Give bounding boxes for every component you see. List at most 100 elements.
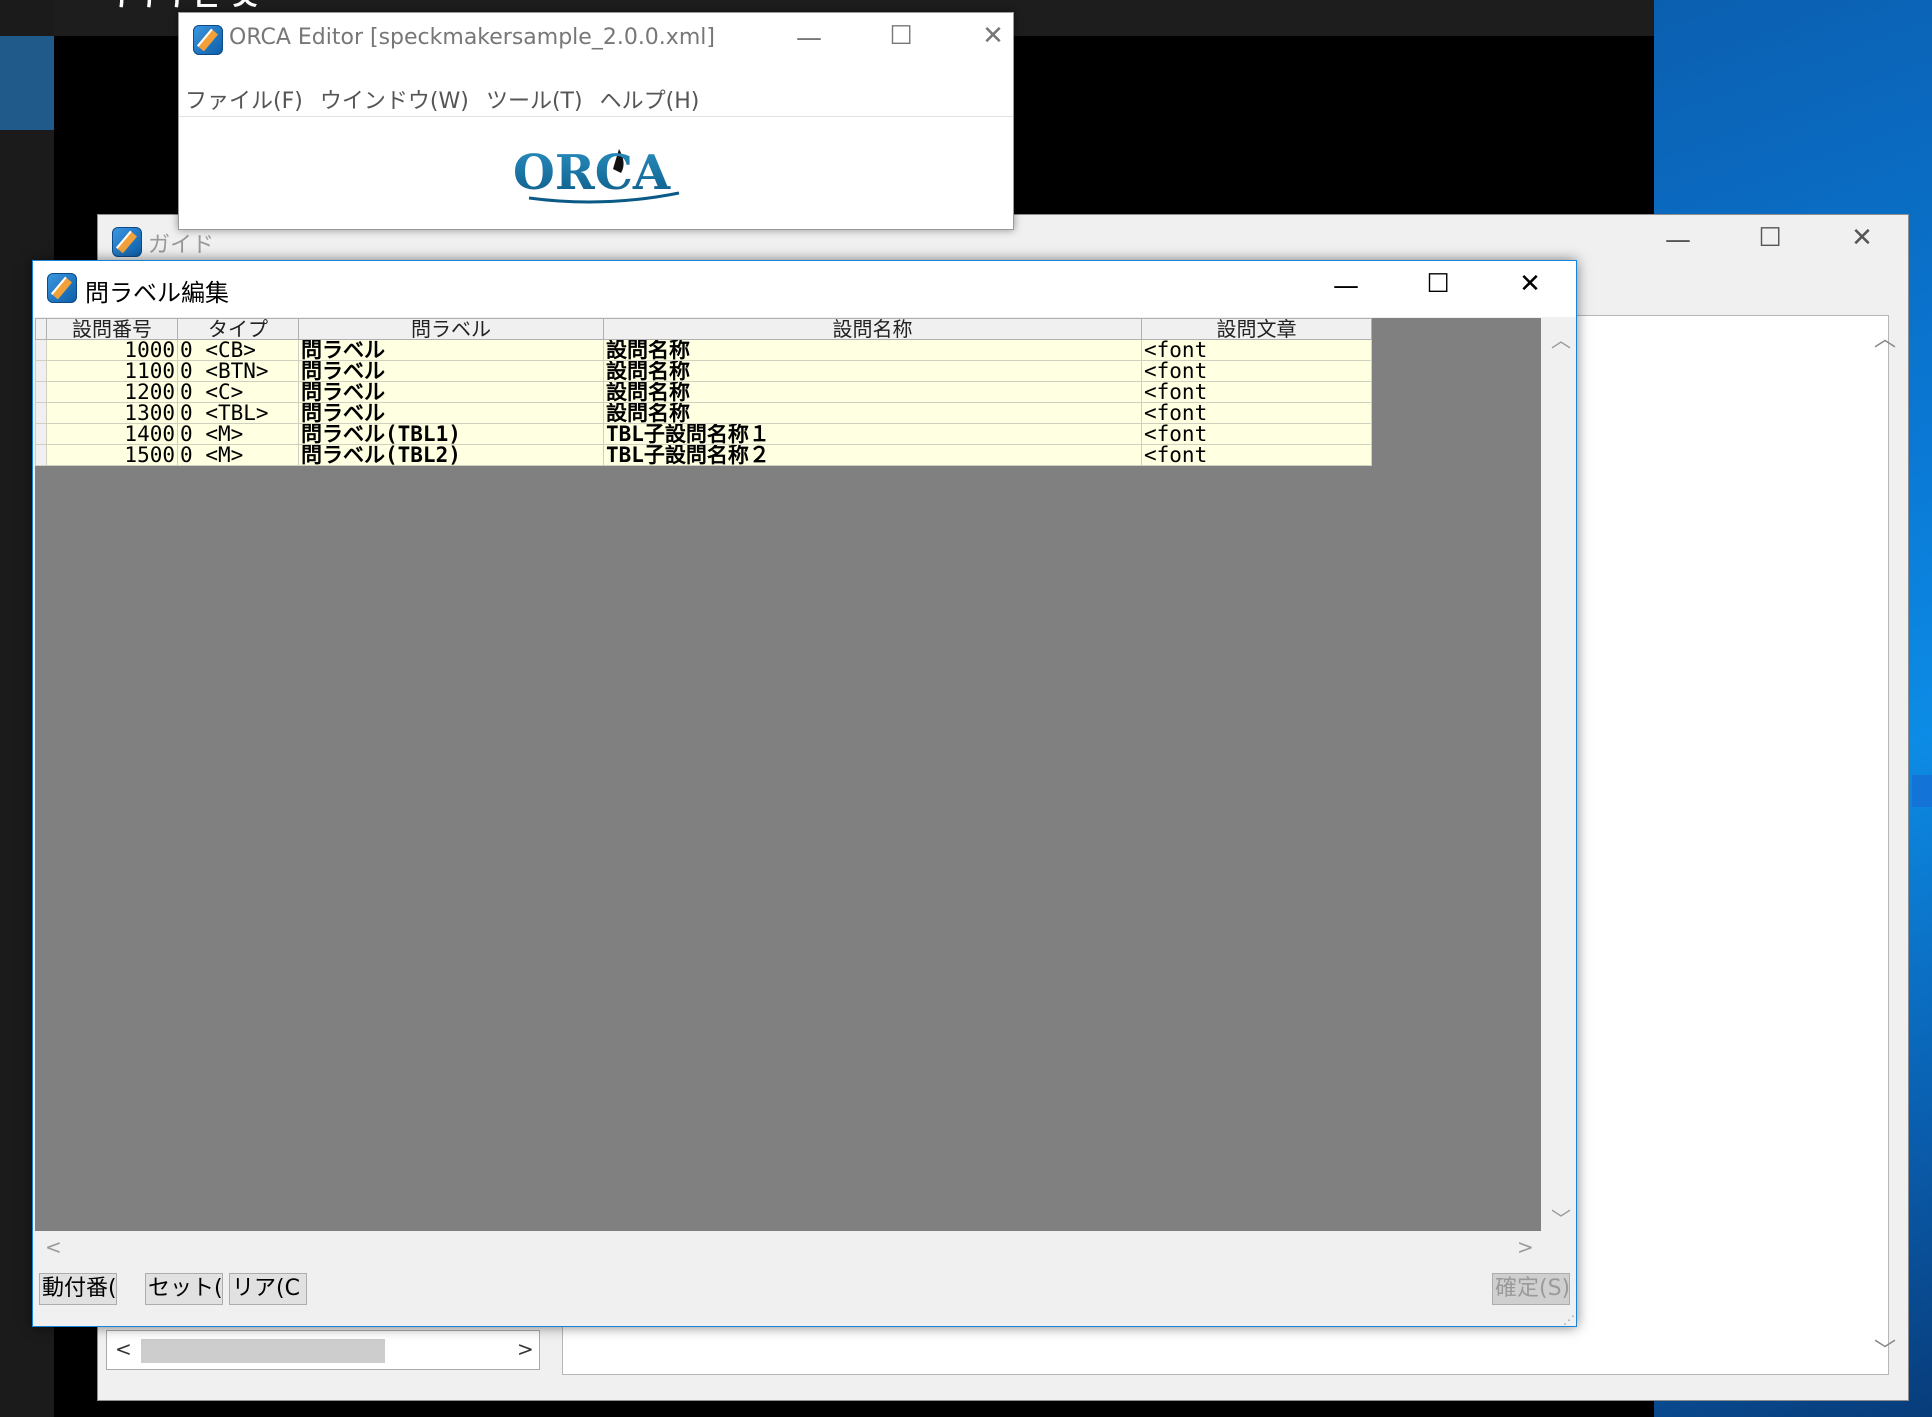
row-selector[interactable] <box>35 381 47 403</box>
table-row[interactable]: 1000 0 <CB> 問ラベル 設問名称 <font <box>35 339 1372 361</box>
menu-tools[interactable]: ツール(T) <box>480 73 589 115</box>
table-row[interactable]: 1100 0 <BTN> 問ラベル 設問名称 <font <box>35 360 1372 382</box>
cell-label[interactable]: 問ラベル(TBL1) <box>298 423 604 445</box>
cell-flag: 0 <box>180 423 193 445</box>
cell-question-number[interactable]: 1200 <box>46 381 178 403</box>
scroll-right-arrow-icon[interactable]: > <box>517 1337 534 1361</box>
confirm-button[interactable]: 確定(S) <box>1492 1273 1570 1305</box>
column-header[interactable]: タイプ <box>177 318 299 340</box>
clear-button[interactable]: リア(C <box>229 1273 307 1305</box>
cell-type[interactable]: 0 <TBL> <box>177 402 299 424</box>
minimize-button[interactable]: — <box>779 23 839 53</box>
wallpaper-accent <box>1912 775 1932 807</box>
column-header[interactable]: 設問文章 <box>1141 318 1372 340</box>
scrollbar-thumb[interactable] <box>141 1339 385 1363</box>
scroll-right-arrow-icon[interactable]: > <box>1517 1235 1534 1259</box>
taskbar-active-indicator <box>0 36 54 130</box>
cell-type[interactable]: 0 <BTN> <box>177 360 299 382</box>
close-button[interactable]: ✕ <box>963 21 1023 51</box>
cell-question-number[interactable]: 1000 <box>46 339 178 361</box>
menu-file[interactable]: ファイル(F) <box>179 73 309 115</box>
cell-text[interactable]: <font <box>1141 381 1372 403</box>
column-header[interactable]: 設問名称 <box>603 318 1142 340</box>
cell-text[interactable]: <font <box>1141 402 1372 424</box>
cell-type-value: <C> <box>205 381 244 403</box>
cell-question-number[interactable]: 1100 <box>46 360 178 382</box>
cell-text[interactable]: <font <box>1141 339 1372 361</box>
label-edit-window: 問ラベル編集 — ☐ ✕ 設問番号 タイプ 問ラベル 設問名称 設問文章 100… <box>32 260 1577 1327</box>
cell-question-number[interactable]: 1500 <box>46 444 178 466</box>
orca-editor-window: ORCA Editor [speckmakersample_2.0.0.xml]… <box>178 12 1014 230</box>
minimize-button[interactable]: — <box>1316 271 1376 301</box>
row-selector[interactable] <box>35 444 47 466</box>
table-row[interactable]: 1500 0 <M> 問ラベル(TBL2) TBL子設問名称２ <font <box>35 444 1372 466</box>
close-button[interactable]: ✕ <box>1500 269 1560 299</box>
cell-type-value: <M> <box>205 444 244 466</box>
row-selector[interactable] <box>35 360 47 382</box>
cell-type[interactable]: 0 <C> <box>177 381 299 403</box>
cell-name[interactable]: 設問名称 <box>603 360 1142 382</box>
orca-logo: ORCA <box>509 143 699 217</box>
row-selector[interactable] <box>35 339 47 361</box>
cell-name[interactable]: 設問名称 <box>603 381 1142 403</box>
horizontal-scrollbar[interactable]: < > <box>106 1330 540 1370</box>
cell-question-number[interactable]: 1400 <box>46 423 178 445</box>
column-header[interactable]: 問ラベル <box>298 318 604 340</box>
cell-flag: 0 <box>180 444 193 466</box>
cell-name[interactable]: 設問名称 <box>603 339 1142 361</box>
logo-text: ORCA <box>513 145 671 201</box>
cell-flag: 0 <box>180 402 193 424</box>
cell-name[interactable]: TBL子設問名称２ <box>603 444 1142 466</box>
app-icon <box>47 273 77 303</box>
label-grid-area: 設問番号 タイプ 問ラベル 設問名称 設問文章 1000 0 <CB> 問ラベル… <box>35 318 1541 1231</box>
cell-text[interactable]: <font <box>1141 360 1372 382</box>
titlebar: 問ラベル編集 — ☐ ✕ <box>33 261 1576 317</box>
horizontal-scrollbar[interactable]: < > <box>35 1231 1543 1265</box>
cell-name[interactable]: 設問名称 <box>603 402 1142 424</box>
scroll-down-arrow-icon[interactable]: ﹀ <box>1551 1203 1571 1232</box>
cell-text[interactable]: <font <box>1141 423 1372 445</box>
table-row[interactable]: 1200 0 <C> 問ラベル 設問名称 <font <box>35 381 1372 403</box>
window-title: ガイド <box>148 233 215 258</box>
minimize-button[interactable]: — <box>1648 225 1708 255</box>
resize-grip-icon[interactable]: ⋰ <box>1563 1313 1575 1327</box>
cell-text[interactable]: <font <box>1141 444 1372 466</box>
cell-type[interactable]: 0 <M> <box>177 423 299 445</box>
cell-name[interactable]: TBL子設問名称１ <box>603 423 1142 445</box>
label-table: 設問番号 タイプ 問ラベル 設問名称 設問文章 1000 0 <CB> 問ラベル… <box>35 318 1372 466</box>
maximize-button[interactable]: ☐ <box>1740 223 1800 253</box>
auto-number-button[interactable]: 動付番( <box>39 1273 117 1305</box>
column-header[interactable]: 設問番号 <box>46 318 178 340</box>
cell-label[interactable]: 問ラベル <box>298 360 604 382</box>
menu-help[interactable]: ヘルプ(H) <box>594 73 706 115</box>
maximize-button[interactable]: ☐ <box>871 21 931 51</box>
cell-label[interactable]: 問ラベル <box>298 381 604 403</box>
table-row[interactable]: 1400 0 <M> 問ラベル(TBL1) TBL子設問名称１ <font <box>35 423 1372 445</box>
app-icon <box>112 227 142 257</box>
cell-flag: 0 <box>180 360 193 382</box>
window-title: ORCA Editor [speckmakersample_2.0.0.xml] <box>229 25 715 50</box>
scroll-up-arrow-icon[interactable]: ︿ <box>1551 324 1571 353</box>
cell-type[interactable]: 0 <M> <box>177 444 299 466</box>
menu-window[interactable]: ウインドウ(W) <box>314 73 475 115</box>
row-selector[interactable] <box>35 423 47 445</box>
cell-label[interactable]: 問ラベル(TBL2) <box>298 444 604 466</box>
scroll-left-arrow-icon[interactable]: < <box>45 1235 62 1259</box>
cell-type-value: <CB> <box>205 339 256 361</box>
vertical-scrollbar[interactable]: ︿ ﹀ <box>1543 318 1576 1231</box>
cell-type-value: <TBL> <box>205 402 269 424</box>
cell-type[interactable]: 0 <CB> <box>177 339 299 361</box>
cell-label[interactable]: 問ラベル <box>298 402 604 424</box>
cell-question-number[interactable]: 1300 <box>46 402 178 424</box>
table-header-row: 設問番号 タイプ 問ラベル 設問名称 設問文章 <box>35 318 1372 340</box>
table-row[interactable]: 1300 0 <TBL> 問ラベル 設問名称 <font <box>35 402 1372 424</box>
set-button[interactable]: セット( <box>145 1273 223 1305</box>
cell-label[interactable]: 問ラベル <box>298 339 604 361</box>
maximize-button[interactable]: ☐ <box>1408 269 1468 299</box>
scroll-up-arrow-icon[interactable]: ︿ <box>1874 321 1896 353</box>
row-selector[interactable] <box>35 402 47 424</box>
scroll-left-arrow-icon[interactable]: < <box>115 1337 132 1361</box>
cell-flag: 0 <box>180 339 193 361</box>
scroll-down-arrow-icon[interactable]: ﹀ <box>1874 1333 1896 1365</box>
close-button[interactable]: ✕ <box>1832 223 1892 253</box>
